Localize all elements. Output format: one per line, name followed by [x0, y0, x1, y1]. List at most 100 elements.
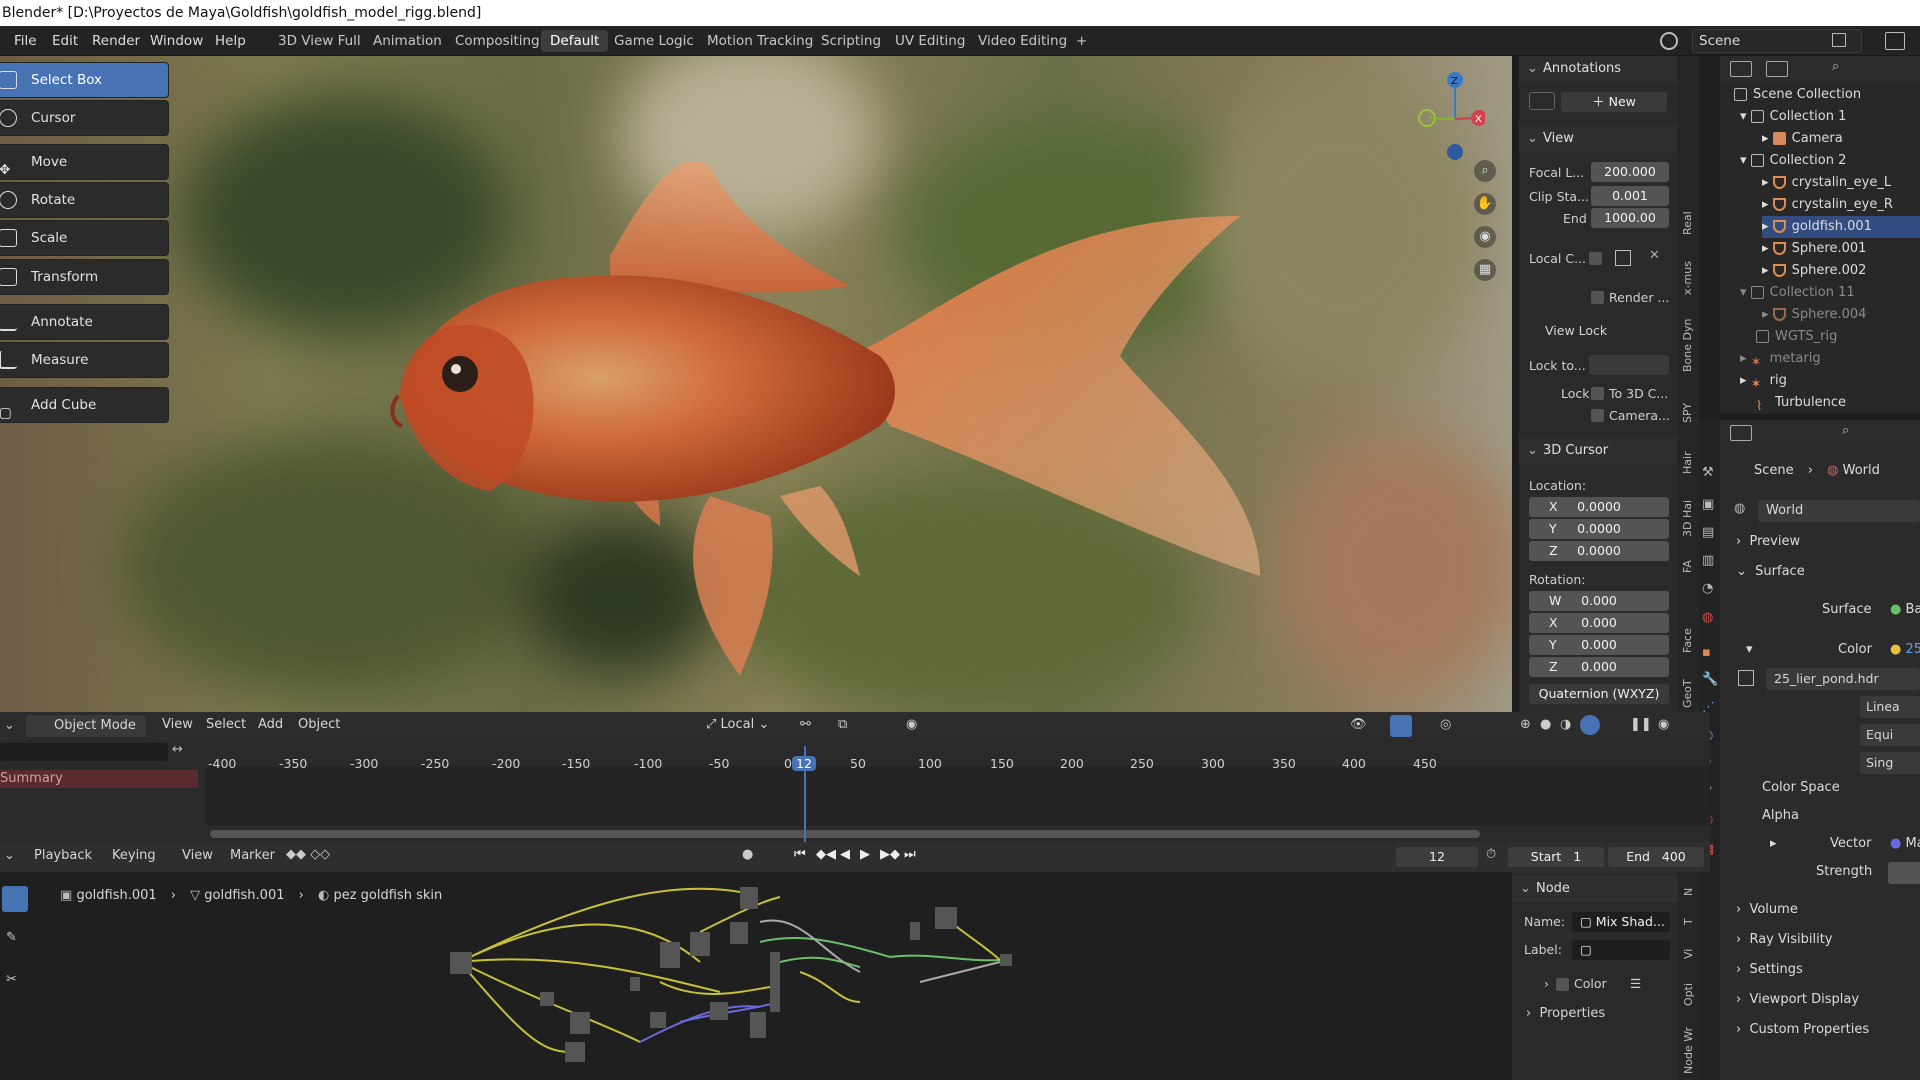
object-tab-icon[interactable]: ▪	[1702, 645, 1711, 660]
display-mode-icon[interactable]	[1730, 61, 1752, 77]
clip-end-field[interactable]: 1000.00	[1591, 208, 1669, 228]
node-select-tool-icon[interactable]	[2, 886, 28, 912]
local-camera-checkbox[interactable]	[1589, 252, 1602, 265]
view-layer-icon[interactable]	[1885, 32, 1905, 50]
tool-cursor[interactable]: Cursor	[0, 100, 169, 136]
section-preview[interactable]: › Preview	[1736, 534, 1800, 549]
node-color-toggle[interactable]: ›	[1544, 976, 1549, 991]
workspace-uv-editing[interactable]: UV Editing	[886, 30, 974, 52]
pause-icon[interactable]: ❚❚	[1630, 717, 1652, 732]
node-color-checkbox[interactable]	[1556, 978, 1569, 991]
tab-fa[interactable]: FA	[1678, 554, 1698, 580]
extension-dropdown[interactable]: Sing	[1860, 752, 1920, 774]
cursor-location-x[interactable]: X 0.0000	[1529, 497, 1669, 517]
viewport-menu-add[interactable]: Add	[258, 717, 283, 732]
tool-add-cube[interactable]: ▢ Add Cube	[0, 387, 169, 423]
object-mode-dropdown[interactable]: Object Mode ⌄	[26, 715, 146, 755]
start-frame-field[interactable]: Start 1	[1508, 847, 1604, 867]
tab-x-mus[interactable]: x-mus	[1678, 254, 1698, 302]
visibility-icon[interactable]: 👁	[1350, 717, 1367, 732]
workspace-animation[interactable]: Animation	[364, 30, 451, 52]
rotation-mode-dropdown[interactable]: Quaternion (WXYZ)	[1529, 684, 1669, 704]
breadcrumb-material[interactable]: pez goldfish skin	[333, 888, 442, 903]
camera-view-icon[interactable]: ◉	[1474, 226, 1496, 248]
editor-type-dropdown[interactable]: ⌄	[4, 718, 15, 733]
tool-rotate[interactable]: Rotate	[0, 182, 169, 218]
current-frame-indicator[interactable]: 12	[792, 756, 816, 771]
goldfish-model[interactable]	[380, 106, 1280, 686]
section-custom-properties[interactable]: › Custom Properties	[1736, 1022, 1869, 1037]
tool-annotate[interactable]: Annotate	[0, 304, 169, 340]
color-input-field[interactable]: ● 25	[1890, 642, 1920, 657]
modifier-tab-icon[interactable]: 🔧	[1702, 672, 1718, 687]
world-tab-icon[interactable]: ◍	[1702, 610, 1713, 625]
surface-shader-field[interactable]: ● Ba	[1890, 602, 1920, 617]
search-icon[interactable]: ⌕	[1832, 59, 1839, 74]
node-properties-section[interactable]: › Properties	[1512, 1002, 1678, 1026]
cursor-rotation-w[interactable]: W 0.000	[1529, 591, 1669, 611]
channel-search-input[interactable]	[0, 743, 168, 761]
viewport-menu-object[interactable]: Object	[298, 717, 340, 732]
outliner-item-sphere-001[interactable]: ▸ Sphere.001	[1762, 238, 1866, 260]
tool-transform[interactable]: Transform	[0, 259, 169, 295]
outliner-item-goldfish-001[interactable]: ▸ goldfish.001	[1762, 216, 1920, 238]
workspace-video-editing[interactable]: Video Editing	[969, 30, 1076, 52]
node-tab-opti[interactable]: Opti	[1679, 976, 1699, 1012]
node-label-field[interactable]: ▢	[1572, 940, 1670, 960]
marker-menu[interactable]: Marker	[230, 848, 275, 863]
vector-expand-toggle[interactable]: ▸	[1770, 836, 1777, 851]
outliner-item-sphere-004[interactable]: ▸ Sphere.004	[1762, 304, 1866, 326]
menu-help[interactable]: Help	[215, 26, 246, 56]
strength-field[interactable]	[1888, 862, 1920, 884]
proportional-edit-icon[interactable]: ◉	[906, 717, 917, 732]
outliner-item-collection-11[interactable]: ▾ Collection 11	[1740, 282, 1855, 304]
tool-select-box[interactable]: Select Box	[0, 62, 169, 98]
tab-hair[interactable]: Hair	[1678, 446, 1698, 480]
camera-object-icon[interactable]	[1615, 250, 1631, 266]
pan-hand-icon[interactable]: ✋	[1474, 193, 1496, 215]
menu-render[interactable]: Render	[92, 26, 140, 56]
tool-move[interactable]: ✥ Move	[0, 144, 169, 180]
material-shading-icon[interactable]: ◑	[1560, 717, 1571, 732]
tool-measure[interactable]: Measure	[0, 342, 169, 378]
3d-viewport[interactable]: Select Box Cursor ✥ Move Rotate Scale Tra…	[0, 56, 1512, 712]
clear-icon[interactable]: ✕	[1649, 248, 1660, 263]
lock-camera-checkbox[interactable]	[1591, 409, 1604, 422]
lock-to-3d-cursor-checkbox[interactable]	[1591, 387, 1604, 400]
tab-geot[interactable]: GeoT	[1678, 674, 1698, 714]
projection-dropdown[interactable]: Equi	[1860, 724, 1920, 746]
node-tab-n[interactable]: N	[1679, 882, 1699, 902]
annotation-layer-icon[interactable]	[1529, 92, 1555, 110]
cursor-location-y[interactable]: Y 0.0000	[1529, 519, 1669, 539]
outliner-item-turbulence[interactable]: ⌇ Turbulence	[1756, 392, 1846, 414]
focal-length-field[interactable]: 200.000	[1591, 162, 1669, 182]
image-datablock-field[interactable]: 25_lier_pond.hdr	[1766, 668, 1920, 690]
breadcrumb-object[interactable]: goldfish.001	[76, 888, 156, 903]
workspace-compositing[interactable]: Compositing	[446, 30, 549, 52]
playback-menu[interactable]: Playback	[34, 848, 92, 863]
tab-real[interactable]: Real	[1678, 204, 1698, 242]
cursor-location-z[interactable]: Z 0.0000	[1529, 541, 1669, 561]
jump-end-icon[interactable]: ⏭	[904, 847, 916, 862]
current-frame-field[interactable]: 12	[1396, 847, 1478, 867]
swap-icon[interactable]: ↔	[172, 742, 183, 757]
world-datablock-field[interactable]: World	[1758, 500, 1920, 522]
gizmo-toggle-icon[interactable]	[1390, 715, 1412, 737]
section-ray-visibility[interactable]: › Ray Visibility	[1736, 932, 1833, 947]
filter-icon[interactable]	[1766, 61, 1788, 77]
view-lock-subheader[interactable]: View Lock	[1519, 320, 1677, 342]
properties-search-icon[interactable]: ⌕	[1842, 423, 1849, 438]
rendered-shading-icon[interactable]	[1580, 715, 1600, 735]
world-browse-icon[interactable]: ◍	[1734, 501, 1745, 516]
tab-bone-dyn[interactable]: Bone Dyn	[1678, 312, 1698, 378]
preview-range-icon[interactable]: ⏱	[1486, 847, 1496, 862]
node-tab-node-wr[interactable]: Node Wr	[1679, 1022, 1699, 1078]
workspace-scripting[interactable]: Scripting	[812, 30, 890, 52]
node-panel-header[interactable]: ⌄ Node	[1512, 876, 1678, 902]
node-tab-t[interactable]: T	[1679, 912, 1699, 932]
menu-file[interactable]: File	[14, 26, 37, 56]
lock-to-object-field[interactable]	[1589, 355, 1669, 375]
jump-keyframe-back-icon[interactable]: ◆◀	[816, 847, 836, 862]
transform-orientation-dropdown[interactable]: ⤢ Local ⌄	[706, 717, 769, 732]
timeline-editor-type-dropdown[interactable]: ⌄	[4, 848, 15, 863]
